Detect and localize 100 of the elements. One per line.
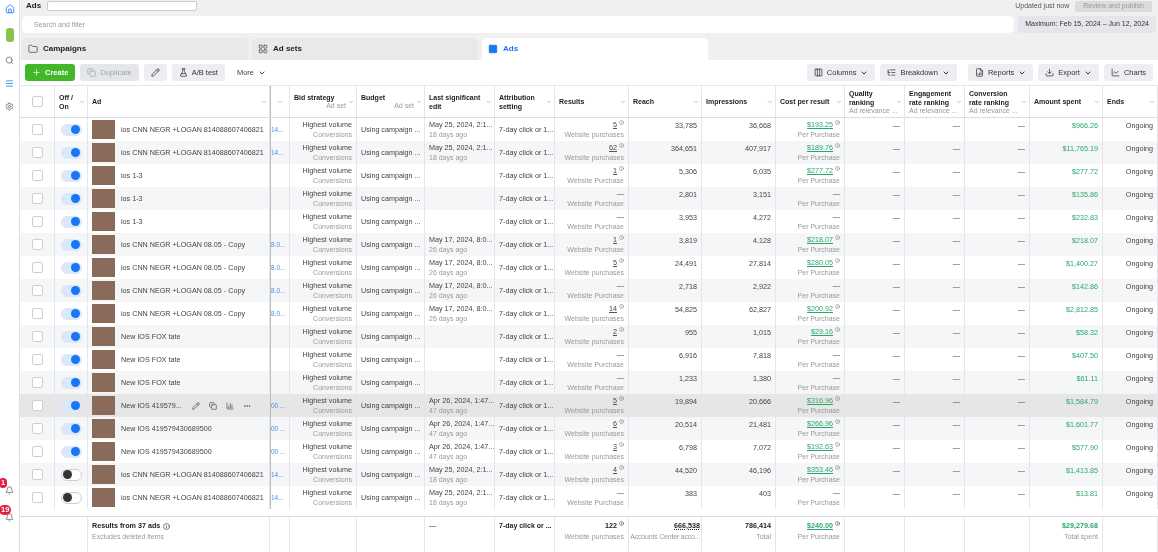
toggle-switch[interactable]: [60, 238, 82, 251]
info-icon: [619, 120, 624, 125]
account-avatar[interactable]: [5, 28, 14, 42]
sort-icon[interactable]: [277, 98, 283, 105]
table-row[interactable]: [20, 417, 1158, 440]
sort-icon[interactable]: [896, 99, 902, 105]
sort-icon[interactable]: [836, 99, 842, 105]
sort-icon[interactable]: [261, 99, 267, 105]
row-checkbox[interactable]: [31, 193, 43, 204]
photo-placeholder: [92, 396, 115, 415]
home-icon[interactable]: [4, 4, 15, 14]
photo-placeholder: [92, 281, 115, 300]
photo-placeholder: [92, 212, 115, 231]
info-icon: [835, 521, 840, 526]
table-row[interactable]: [20, 233, 1158, 256]
account-dropdown[interactable]: [47, 1, 198, 11]
info-icon[interactable]: [163, 522, 171, 530]
row-checkbox[interactable]: [31, 170, 43, 181]
row-checkbox[interactable]: [31, 308, 43, 319]
row-checkbox[interactable]: [31, 262, 43, 273]
toggle-switch[interactable]: [60, 468, 82, 481]
info-icon: [619, 442, 624, 447]
sort-icon[interactable]: [1149, 99, 1155, 105]
sort-icon[interactable]: [693, 99, 699, 105]
toolbar-icon: [87, 68, 97, 77]
edit-button[interactable]: [143, 64, 167, 81]
info-icon: [619, 235, 624, 240]
sort-icon[interactable]: [546, 99, 552, 105]
toggle-switch[interactable]: [60, 192, 82, 205]
sort-icon[interactable]: [620, 99, 626, 105]
info-icon: [619, 396, 624, 401]
info-icon: [835, 419, 840, 424]
row-checkbox[interactable]: [31, 216, 43, 227]
toggle-switch[interactable]: [60, 330, 82, 343]
toolbar-icon: [887, 68, 897, 77]
photo-placeholder: [92, 189, 115, 208]
tab[interactable]: Campaigns: [22, 38, 248, 60]
row-checkbox[interactable]: [31, 469, 43, 480]
table-row[interactable]: [20, 463, 1158, 486]
toggle-switch[interactable]: [60, 261, 82, 274]
photo-placeholder: [92, 120, 115, 139]
info-icon: [619, 166, 624, 171]
row-checkbox[interactable]: [31, 285, 43, 296]
settings-icon[interactable]: [5, 102, 14, 111]
info-icon: [835, 396, 840, 401]
toggle-switch[interactable]: [60, 353, 82, 366]
info-icon: [619, 327, 624, 332]
select-all-checkbox[interactable]: [31, 96, 43, 107]
table-row[interactable]: [20, 141, 1158, 164]
row-checkbox[interactable]: [31, 354, 43, 365]
menu-icon[interactable]: [5, 79, 14, 88]
bell-icon[interactable]: [5, 486, 14, 495]
row-checkbox[interactable]: [31, 492, 43, 503]
toolbar-icon: [974, 68, 984, 77]
row-checkbox[interactable]: [31, 400, 43, 411]
toggle-switch[interactable]: [60, 491, 82, 504]
info-icon: [835, 465, 840, 470]
toggle-switch[interactable]: [60, 284, 82, 297]
toggle-switch[interactable]: [60, 445, 82, 458]
sort-icon[interactable]: [79, 99, 85, 105]
row-checkbox[interactable]: [31, 423, 43, 434]
duplicate-icon[interactable]: [208, 401, 217, 410]
info-icon: [835, 304, 840, 309]
info-icon: [619, 304, 624, 309]
row-checkbox[interactable]: [31, 147, 43, 158]
edit-icon[interactable]: [191, 401, 200, 410]
toggle-switch[interactable]: [60, 146, 82, 159]
sort-icon[interactable]: [767, 99, 773, 105]
photo-placeholder: [92, 258, 115, 277]
info-icon: [619, 258, 624, 263]
chart-icon[interactable]: [225, 401, 234, 410]
toggle-switch[interactable]: [60, 422, 82, 435]
toggle-switch[interactable]: [60, 169, 82, 182]
toggle-switch[interactable]: [60, 123, 82, 136]
row-checkbox[interactable]: [31, 377, 43, 388]
search-icon[interactable]: [5, 56, 14, 65]
photo-placeholder: [92, 166, 115, 185]
row-checkbox[interactable]: [31, 239, 43, 250]
toggle-switch[interactable]: [60, 307, 82, 320]
tab[interactable]: Ads: [482, 38, 708, 60]
row-checkbox[interactable]: [31, 331, 43, 342]
toggle-switch[interactable]: [60, 399, 82, 412]
sort-icon[interactable]: [1094, 99, 1100, 105]
sort-icon[interactable]: [416, 99, 422, 105]
sort-icon[interactable]: [956, 99, 962, 105]
tab-icon: [488, 44, 498, 54]
photo-placeholder: [92, 419, 115, 438]
toolbar-icon: [813, 68, 823, 77]
toggle-switch[interactable]: [60, 376, 82, 389]
sort-icon[interactable]: [486, 99, 492, 105]
toggle-switch[interactable]: [60, 215, 82, 228]
row-checkbox[interactable]: [31, 124, 43, 135]
sort-icon[interactable]: [348, 99, 354, 105]
table-row[interactable]: [20, 279, 1158, 302]
row-checkbox[interactable]: [31, 446, 43, 457]
bell-icon[interactable]: [5, 513, 14, 522]
table-row[interactable]: [20, 394, 1158, 417]
sort-icon[interactable]: [1021, 99, 1027, 105]
info-icon: [835, 235, 840, 240]
tab[interactable]: Ad sets: [252, 38, 478, 60]
